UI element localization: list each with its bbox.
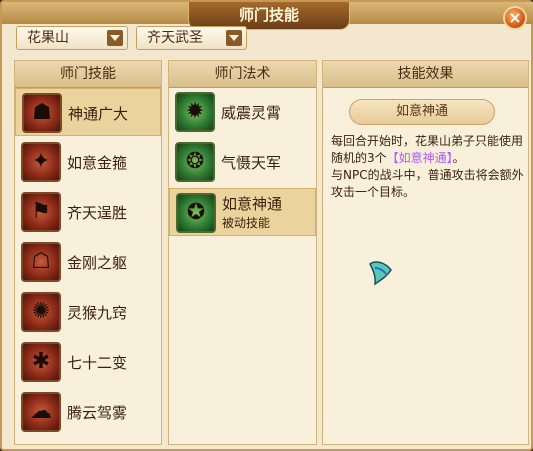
skill-label: 金刚之躯	[67, 254, 128, 272]
skills-panel-header: 师门技能	[15, 61, 161, 88]
skill-row[interactable]: ✦ 如意金箍	[15, 138, 161, 186]
spells-panel-header: 师门法术	[169, 61, 316, 88]
skill-label: 如意金箍	[67, 154, 128, 172]
sect-dropdown-value: 花果山	[27, 30, 69, 46]
chevron-down-icon	[107, 30, 123, 46]
effect-highlight[interactable]: 【如意神通】	[387, 151, 453, 165]
title-dropdown[interactable]: 齐天武圣	[136, 26, 247, 50]
roar-icon: ✹	[175, 92, 215, 132]
skill-row[interactable]: ☖ 金刚之躯	[15, 238, 161, 286]
title-dropdown-value: 齐天武圣	[147, 30, 203, 46]
cloud-icon: ☁	[21, 392, 61, 432]
staff-icon: ✦	[21, 142, 61, 182]
army-icon: ❂	[175, 142, 215, 182]
sect-dropdown[interactable]: 花果山	[16, 26, 128, 50]
skill-row[interactable]: ✱ 七十二变	[15, 338, 161, 386]
spell-row[interactable]: ❂ 气慑天军	[169, 138, 316, 186]
skill-label: 七十二变	[67, 354, 128, 372]
body-icon: ☖	[21, 242, 61, 282]
spell-sub-label: 被动技能	[222, 216, 271, 230]
monkey-icon: ✺	[21, 292, 61, 332]
skill-label: 腾云驾雾	[67, 404, 128, 422]
monkey-mask-icon: ☗	[22, 93, 62, 133]
effect-name-badge: 如意神通	[349, 99, 495, 125]
chevron-down-icon	[226, 30, 242, 46]
skill-label: 灵猴九窍	[67, 304, 128, 322]
spells-panel: 师门法术 ✹ 威震灵霄 ❂ 气慑天军 ✪ 如意神通 被动技能	[168, 60, 317, 445]
spell-label: 气慑天军	[221, 154, 282, 172]
skill-row[interactable]: ⚑ 齐天逞胜	[15, 188, 161, 236]
spell-row[interactable]: ✪ 如意神通 被动技能	[169, 188, 316, 236]
close-button[interactable]: ×	[503, 6, 527, 30]
skills-panel: 师门技能 ☗ 神通广大 ✦ 如意金箍 ⚑ 齐天逞胜 ☖ 金刚之躯 ✺ 灵猴九窍 …	[14, 60, 162, 445]
skills-window: 师门技能 × 花果山 齐天武圣 师门技能 ☗ 神通广大 ✦ 如意金箍 ⚑ 齐天逞…	[0, 0, 533, 451]
effect-line2: 与NPC的战斗中，普通攻击将会额外攻击一个目标。	[331, 168, 524, 199]
flag-icon: ⚑	[21, 192, 61, 232]
effect-description: 每回合开始时，花果山弟子只能使用随机的3个【如意神通】。 与NPC的战斗中，普通…	[331, 133, 526, 201]
skill-row[interactable]: ✺ 灵猴九窍	[15, 288, 161, 336]
effect-line1-end: 。	[452, 151, 465, 165]
skill-label: 齐天逞胜	[67, 204, 128, 222]
spell-label: 如意神通	[222, 195, 283, 213]
cursor-icon	[369, 261, 392, 286]
swirl-icon: ✪	[176, 193, 216, 233]
effect-panel: 技能效果 如意神通 每回合开始时，花果山弟子只能使用随机的3个【如意神通】。 与…	[322, 60, 529, 445]
skill-row[interactable]: ☗ 神通广大	[15, 88, 161, 136]
spell-row[interactable]: ✹ 威震灵霄	[169, 88, 316, 136]
skill-row[interactable]: ☁ 腾云驾雾	[15, 388, 161, 436]
close-icon: ×	[508, 8, 522, 27]
spell-label: 威震灵霄	[221, 104, 282, 122]
skill-label: 神通广大	[68, 105, 129, 123]
bian-glyph-icon: ✱	[21, 342, 61, 382]
effect-panel-header: 技能效果	[323, 61, 528, 88]
